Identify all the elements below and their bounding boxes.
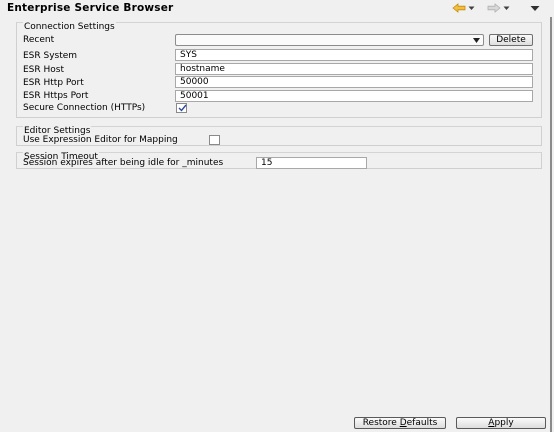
secure-connection-checkbox[interactable] bbox=[176, 103, 187, 113]
checkmark-icon bbox=[178, 104, 187, 112]
forward-button[interactable] bbox=[487, 2, 510, 14]
esr-system-label: ESR System bbox=[23, 51, 78, 61]
preferences-window: Enterprise Service Browser Connection Se… bbox=[0, 0, 552, 432]
forward-dropdown-icon bbox=[503, 6, 510, 10]
back-button[interactable] bbox=[452, 2, 475, 14]
window-title: Enterprise Service Browser bbox=[7, 2, 174, 14]
esr-http-port-label: ESR Http Port bbox=[23, 78, 84, 88]
connection-settings-heading: Connection Settings bbox=[23, 22, 116, 32]
restore-defaults-button[interactable]: Restore Defaults bbox=[354, 417, 446, 429]
esr-host-field[interactable]: hostname bbox=[175, 63, 533, 75]
title-bar: Enterprise Service Browser bbox=[0, 0, 552, 17]
chevron-down-icon bbox=[473, 38, 480, 43]
session-idle-field[interactable]: 15 bbox=[256, 157, 367, 169]
expression-editor-label: Use Expression Editor for Mapping bbox=[23, 135, 178, 145]
apply-button[interactable]: Apply bbox=[456, 417, 546, 429]
restore-defaults-text-pre: Restore bbox=[362, 418, 400, 428]
view-menu-button[interactable] bbox=[530, 2, 540, 14]
back-arrow-icon bbox=[452, 3, 466, 13]
forward-arrow-icon bbox=[487, 3, 501, 13]
restore-defaults-text-post: efaults bbox=[406, 418, 438, 428]
secure-connection-label: Secure Connection (HTTPs) bbox=[23, 103, 146, 113]
esr-host-label: ESR Host bbox=[23, 65, 65, 75]
esr-https-port-label: ESR Https Port bbox=[23, 91, 89, 101]
apply-text-post: pply bbox=[494, 418, 514, 428]
esr-system-field[interactable]: SYS bbox=[175, 49, 533, 61]
recent-label: Recent bbox=[23, 35, 55, 45]
recent-combo[interactable] bbox=[175, 34, 484, 46]
delete-button[interactable]: Delete bbox=[489, 34, 533, 46]
session-idle-label: Session expires after being idle for _mi… bbox=[23, 158, 224, 168]
restore-defaults-mnemonic: D bbox=[399, 418, 407, 428]
esr-http-port-field[interactable]: 50000 bbox=[175, 76, 533, 88]
esr-https-port-field[interactable]: 50001 bbox=[175, 90, 533, 102]
back-dropdown-icon bbox=[468, 6, 475, 10]
expression-editor-checkbox[interactable] bbox=[209, 135, 220, 145]
view-menu-icon bbox=[530, 6, 540, 11]
